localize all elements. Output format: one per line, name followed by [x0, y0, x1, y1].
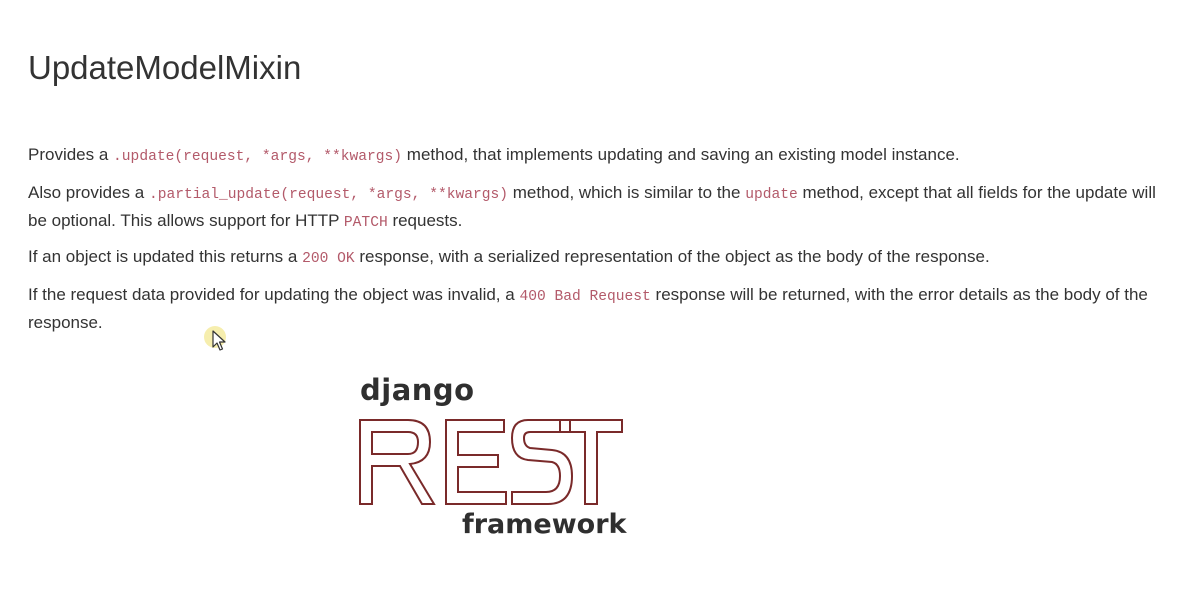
inline-code: 200 OK — [302, 251, 355, 267]
inline-code: 400 Bad Request — [519, 289, 651, 305]
mouse-pointer-icon — [204, 326, 226, 351]
text-span: requests. — [387, 211, 463, 230]
text-span: Also provides a — [28, 183, 149, 202]
paragraph-update-method: Provides a .update(request, *args, **kwa… — [28, 142, 1168, 170]
logo-django-text: django — [360, 373, 475, 407]
paragraph-error-response: If the request data provided for updatin… — [28, 282, 1168, 335]
text-span: If an object is updated this returns a — [28, 247, 303, 266]
text-span: response, with a serialized representati… — [354, 247, 990, 266]
logo-rest-text — [359, 419, 623, 505]
text-span: method, which is similar to the — [508, 183, 746, 202]
inline-code: .update(request, *args, **kwargs) — [113, 149, 403, 165]
text-span: Provides a — [28, 145, 114, 164]
inline-code: .partial_update(request, *args, **kwargs… — [148, 187, 509, 203]
django-rest-framework-logo: django framework — [356, 372, 627, 547]
paragraph-partial-update-method: Also provides a .partial_update(request,… — [28, 180, 1168, 236]
text-span: If the request data provided for updatin… — [28, 285, 520, 304]
text-span: method, that implements updating and sav… — [402, 145, 960, 164]
logo-framework-text: framework — [462, 509, 627, 540]
inline-code: PATCH — [343, 215, 388, 231]
page-title: UpdateModelMixin — [28, 49, 302, 86]
inline-code: update — [745, 187, 798, 203]
paragraph-success-response: If an object is updated this returns a 2… — [28, 244, 1168, 272]
